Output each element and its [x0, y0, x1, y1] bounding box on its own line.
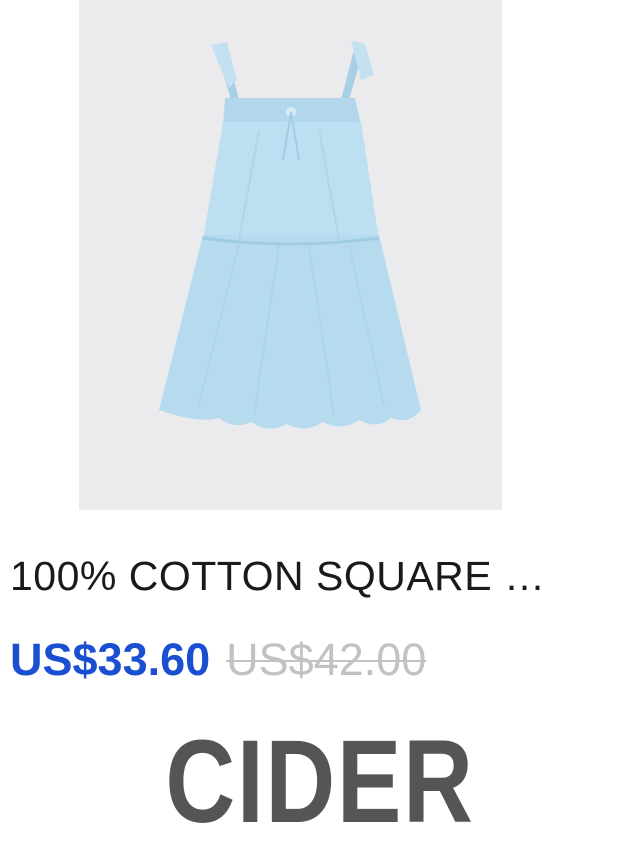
product-image[interactable] — [79, 0, 502, 510]
product-title[interactable]: 100% COTTON SQUARE … — [10, 548, 635, 604]
upper-tier — [203, 122, 379, 240]
price-row: US$33.60 US$42.00 — [10, 630, 426, 690]
price-original: US$42.00 — [226, 634, 427, 685]
brand-logo: CIDER — [165, 716, 475, 848]
left-tie — [211, 42, 237, 88]
dress-illustration — [159, 40, 421, 429]
lower-tier — [159, 235, 421, 429]
price-current: US$33.60 — [10, 634, 211, 685]
